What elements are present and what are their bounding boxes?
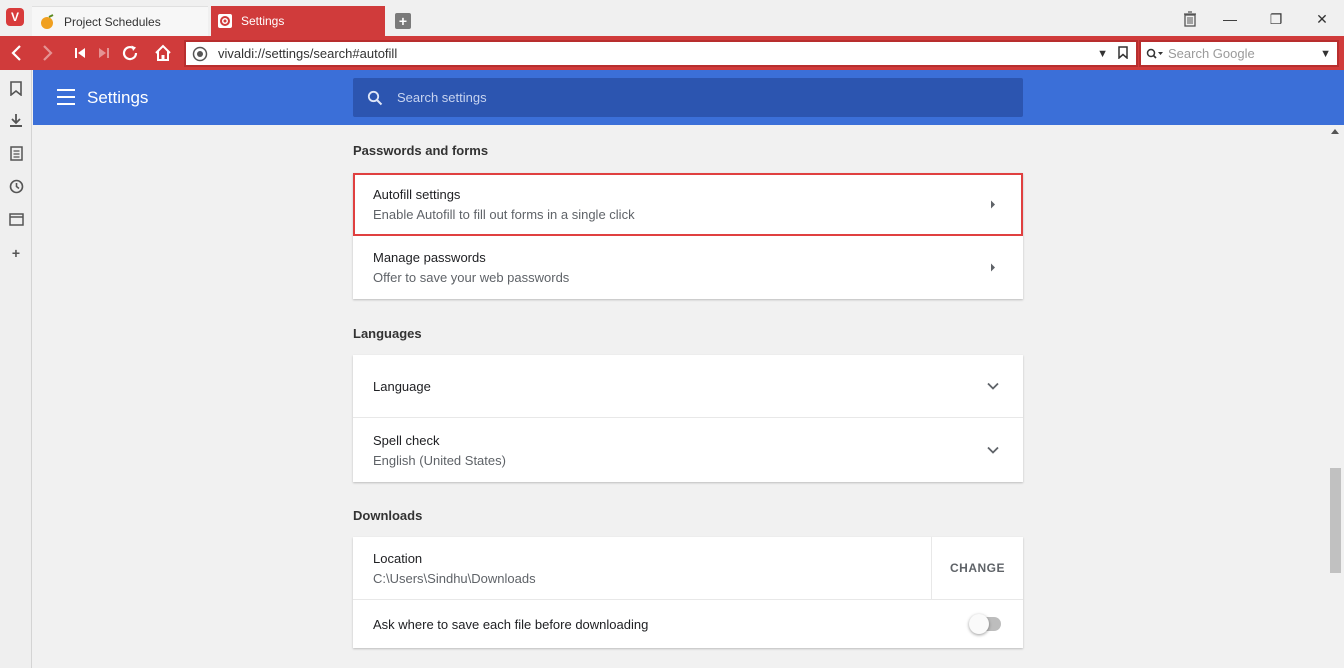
bookmark-page-icon[interactable] [1118, 45, 1128, 62]
history-icon[interactable] [6, 176, 26, 196]
rewind-icon[interactable] [68, 41, 92, 65]
fast-forward-icon[interactable] [92, 41, 116, 65]
download-icon[interactable] [6, 110, 26, 130]
menu-icon[interactable] [57, 89, 75, 105]
close-button[interactable]: ✕ [1307, 8, 1337, 30]
settings-search-placeholder: Search settings [397, 90, 487, 105]
settings-header: Settings Search settings [33, 70, 1344, 125]
row-subtitle: Enable Autofill to fill out forms in a s… [373, 206, 635, 222]
tab-project-schedules[interactable]: Project Schedules [32, 6, 208, 36]
globe-icon [192, 46, 208, 62]
chevron-right-icon [963, 200, 1023, 209]
settings-search-input[interactable]: Search settings [353, 78, 1023, 117]
new-tab-button[interactable]: + [395, 13, 411, 29]
chevron-right-icon [963, 263, 1023, 272]
ask-where-row[interactable]: Ask where to save each file before downl… [353, 600, 1023, 648]
downloads-card: Location C:\Users\Sindhu\Downloads CHANG… [353, 537, 1023, 648]
tab-bar: V Project Schedules Settings + — ❐ ✕ [0, 0, 1344, 36]
location-row: Location C:\Users\Sindhu\Downloads CHANG… [353, 537, 1023, 600]
notes-icon[interactable] [6, 143, 26, 163]
tab-label: Project Schedules [64, 14, 161, 29]
trash-icon[interactable] [1175, 8, 1205, 30]
search-engine-input[interactable]: Search Google [1168, 46, 1320, 61]
ask-where-toggle[interactable] [969, 614, 1001, 634]
spell-check-row[interactable]: Spell check English (United States) [353, 418, 1023, 482]
url-field[interactable]: vivaldi://settings/search#autofill ▼ [184, 40, 1138, 67]
tab-settings[interactable]: Settings [211, 6, 385, 36]
row-subtitle: Offer to save your web passwords [373, 270, 570, 285]
scrollbar[interactable] [1327, 125, 1344, 668]
row-title: Language [373, 378, 431, 394]
row-subtitle: English (United States) [373, 452, 506, 468]
search-engine-icon[interactable] [1146, 48, 1166, 60]
url-text[interactable]: vivaldi://settings/search#autofill [218, 46, 1097, 61]
back-icon[interactable] [4, 41, 28, 65]
search-engine-field[interactable]: Search Google ▼ [1139, 40, 1339, 67]
row-title: Location [373, 550, 423, 566]
window-icon[interactable] [6, 209, 26, 229]
address-bar: vivaldi://settings/search#autofill ▼ Sea… [0, 36, 1344, 70]
bookmark-icon[interactable] [6, 78, 26, 98]
section-title-downloads: Downloads [353, 508, 423, 523]
download-path: C:\Users\Sindhu\Downloads [373, 570, 536, 586]
minimize-button[interactable]: — [1215, 8, 1245, 30]
gear-icon [217, 13, 233, 29]
scroll-thumb[interactable] [1330, 468, 1341, 573]
side-panel: + [0, 70, 32, 668]
scroll-up-arrow-icon[interactable] [1331, 129, 1339, 134]
search-icon [367, 90, 383, 106]
page-title: Settings [87, 88, 149, 107]
search-dropdown-icon[interactable]: ▼ [1320, 48, 1331, 60]
language-row[interactable]: Language [353, 355, 1023, 418]
tab-label: Settings [241, 14, 285, 28]
url-dropdown-icon[interactable]: ▼ [1097, 48, 1108, 60]
restore-button[interactable]: ❐ [1261, 8, 1291, 30]
add-panel-icon[interactable]: + [6, 243, 26, 263]
manage-passwords-row[interactable]: Manage passwords Offer to save your web … [353, 236, 1023, 299]
row-title: Manage passwords [373, 250, 486, 265]
chevron-down-icon[interactable] [963, 446, 1023, 454]
section-title-languages: Languages [353, 326, 422, 341]
row-title: Spell check [373, 432, 440, 448]
fruit-icon [40, 13, 56, 30]
forward-icon[interactable] [36, 41, 60, 65]
row-title: Ask where to save each file before downl… [373, 616, 649, 632]
autofill-settings-row[interactable]: Autofill settings Enable Autofill to fil… [353, 173, 1023, 236]
settings-content: Passwords and forms Autofill settings En… [33, 125, 1327, 668]
section-title-passwords: Passwords and forms [353, 143, 489, 158]
change-location-button[interactable]: CHANGE [931, 537, 1023, 599]
chevron-down-icon[interactable] [963, 382, 1023, 390]
home-icon[interactable] [151, 41, 175, 65]
languages-card: Language Spell check English (United Sta… [353, 355, 1023, 482]
vivaldi-logo-icon[interactable]: V [6, 8, 24, 26]
passwords-card: Autofill settings Enable Autofill to fil… [353, 173, 1023, 299]
row-title: Autofill settings [373, 186, 461, 202]
reload-icon[interactable] [118, 41, 142, 65]
